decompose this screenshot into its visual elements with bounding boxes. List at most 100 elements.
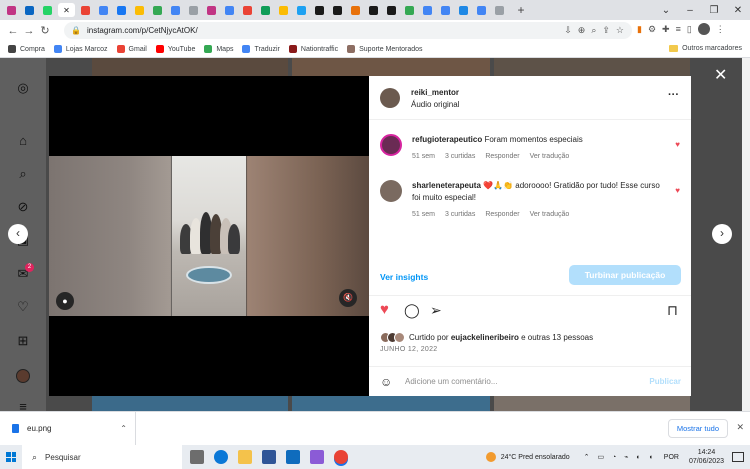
forward-icon[interactable]: → bbox=[21, 25, 37, 37]
comment-likes[interactable]: 3 curtidas bbox=[445, 153, 475, 160]
notifications-icon[interactable] bbox=[732, 452, 744, 462]
browser-tab[interactable] bbox=[4, 3, 19, 17]
url-input[interactable]: 🔒 instagram.com/p/CetNjycAtOK/ ⇩ ⊕ ⌕ ⇪ ☆ bbox=[64, 22, 632, 39]
comment-icon[interactable]: ◯ bbox=[404, 302, 420, 318]
browser-tab[interactable] bbox=[420, 3, 435, 17]
page-scrollbar[interactable] bbox=[742, 58, 750, 411]
bookmark-item[interactable]: YouTube bbox=[155, 45, 195, 53]
post-date[interactable]: JUNHO 12, 2022 bbox=[380, 346, 438, 353]
bookmark-item[interactable]: Maps bbox=[204, 45, 233, 53]
bookmark-item[interactable]: Nationtraffic bbox=[288, 45, 338, 53]
browser-tab[interactable] bbox=[276, 3, 291, 17]
audio-label[interactable]: Áudio original bbox=[411, 100, 459, 109]
taskbar-search[interactable]: ⌕ Pesquisar bbox=[22, 445, 182, 469]
translate-button[interactable]: Ver tradução bbox=[530, 211, 570, 218]
file-explorer-icon[interactable] bbox=[238, 450, 252, 464]
show-all-button[interactable]: Mostrar tudo bbox=[667, 419, 728, 438]
browser-tab[interactable] bbox=[258, 3, 273, 17]
browser-tab[interactable] bbox=[492, 3, 507, 17]
like-heart-icon[interactable]: ♥ bbox=[380, 302, 389, 318]
tray-icons[interactable]: ⌃ ▭ ◔ ⌁ ◐ ◖ bbox=[584, 453, 656, 461]
emoji-icon[interactable]: ☺ bbox=[380, 375, 392, 389]
comment-like-heart-icon[interactable]: ♥ bbox=[675, 186, 680, 195]
browser-tab[interactable] bbox=[312, 3, 327, 17]
liked-by-others[interactable]: e outras 13 pessoas bbox=[521, 333, 593, 342]
search-page-icon[interactable]: ⌕ bbox=[591, 25, 596, 36]
browser-tab[interactable] bbox=[204, 3, 219, 17]
reply-button[interactable]: Responder bbox=[485, 211, 519, 218]
start-button[interactable] bbox=[0, 452, 22, 462]
comment-username[interactable]: sharleneterapeuta bbox=[412, 181, 481, 190]
extension-icon[interactable]: ▮ bbox=[637, 24, 642, 35]
bookmark-item[interactable]: Gmail bbox=[116, 45, 147, 53]
browser-tab[interactable] bbox=[186, 3, 201, 17]
comment-username[interactable]: refugioterapeutico bbox=[412, 135, 482, 144]
previous-post-arrow-icon[interactable]: ‹ bbox=[8, 224, 28, 244]
bookmark-item[interactable]: Traduzir bbox=[242, 45, 280, 53]
browser-tab[interactable] bbox=[150, 3, 165, 17]
reading-list-icon[interactable]: ≡ bbox=[676, 24, 681, 34]
side-panel-icon[interactable]: ▯ bbox=[687, 24, 692, 35]
browser-tab[interactable] bbox=[456, 3, 471, 17]
download-item[interactable]: eu.png ⌃ bbox=[0, 412, 136, 445]
browser-tab[interactable] bbox=[294, 3, 309, 17]
browser-tab[interactable] bbox=[240, 3, 255, 17]
browser-tab[interactable] bbox=[348, 3, 363, 17]
browser-tab[interactable] bbox=[438, 3, 453, 17]
profile-avatar[interactable] bbox=[697, 23, 710, 35]
close-icon[interactable]: ✕ bbox=[736, 422, 744, 433]
mail-icon[interactable] bbox=[286, 450, 300, 464]
bookmark-star-icon[interactable]: ☆ bbox=[616, 25, 624, 36]
browser-tab[interactable] bbox=[330, 3, 345, 17]
task-view-icon[interactable] bbox=[190, 450, 204, 464]
other-bookmarks[interactable]: Outros marcadores bbox=[669, 45, 742, 52]
back-icon[interactable]: ← bbox=[5, 25, 21, 37]
zoom-icon[interactable]: ⊕ bbox=[578, 25, 586, 36]
browser-tab[interactable] bbox=[22, 3, 37, 17]
search-icon[interactable]: ⌕ bbox=[15, 166, 31, 182]
reply-button[interactable]: Responder bbox=[485, 153, 519, 160]
minimize-icon[interactable]: – bbox=[678, 0, 702, 20]
instagram-logo-icon[interactable]: ◎ bbox=[15, 80, 31, 96]
comment-avatar[interactable] bbox=[380, 180, 402, 202]
publish-button[interactable]: Publicar bbox=[649, 377, 681, 386]
maximize-icon[interactable]: ❐ bbox=[702, 0, 726, 20]
tab-active[interactable]: ✕ bbox=[58, 3, 75, 17]
create-icon[interactable]: ⊞ bbox=[15, 333, 31, 349]
browser-tab[interactable] bbox=[384, 3, 399, 17]
extension-icon[interactable]: ⚙ bbox=[648, 24, 656, 35]
bookmark-item[interactable]: Suporte Mentorados bbox=[347, 45, 423, 53]
puzzle-icon[interactable]: ✚ bbox=[662, 24, 670, 35]
app-icon[interactable] bbox=[310, 450, 324, 464]
lock-icon[interactable]: 🔒 bbox=[71, 26, 81, 35]
liked-by-user[interactable]: eujackelineribeiro bbox=[451, 333, 519, 342]
browser-tab[interactable] bbox=[96, 3, 111, 17]
clock[interactable]: 14:24 07/06/2023 bbox=[689, 448, 724, 466]
language-indicator[interactable]: POR bbox=[664, 454, 679, 461]
browser-tab[interactable] bbox=[114, 3, 129, 17]
video-player[interactable] bbox=[49, 156, 369, 316]
weather-widget[interactable]: 24°C Pred ensolarado bbox=[485, 452, 570, 462]
more-menu-icon[interactable]: ≡ bbox=[15, 399, 31, 411]
browser-tab[interactable] bbox=[222, 3, 237, 17]
chrome-icon[interactable] bbox=[334, 450, 348, 464]
next-post-arrow-icon[interactable]: › bbox=[712, 224, 732, 244]
browser-tab[interactable] bbox=[78, 3, 93, 17]
menu-icon[interactable]: ⋮ bbox=[716, 24, 725, 35]
translate-button[interactable]: Ver tradução bbox=[530, 153, 570, 160]
comment-avatar[interactable] bbox=[380, 134, 402, 156]
author-username[interactable]: reiki_mentor bbox=[411, 88, 459, 97]
browser-tab[interactable] bbox=[40, 3, 55, 17]
edge-icon[interactable] bbox=[214, 450, 228, 464]
share-icon[interactable]: ⇪ bbox=[602, 25, 610, 36]
bookmark-item[interactable]: Lojas Marcoz bbox=[53, 45, 108, 53]
new-tab-icon[interactable]: + bbox=[514, 3, 528, 17]
explore-icon[interactable]: ⊘ bbox=[15, 199, 31, 215]
bookmark-item[interactable]: Compra bbox=[8, 45, 45, 53]
store-icon[interactable] bbox=[262, 450, 276, 464]
comment-time[interactable]: 51 sem bbox=[412, 211, 435, 218]
mute-icon[interactable]: 🔇 bbox=[339, 289, 357, 307]
close-icon[interactable]: ✕ bbox=[714, 68, 727, 84]
view-insights-link[interactable]: Ver insights bbox=[380, 272, 428, 282]
browser-tab[interactable] bbox=[402, 3, 417, 17]
